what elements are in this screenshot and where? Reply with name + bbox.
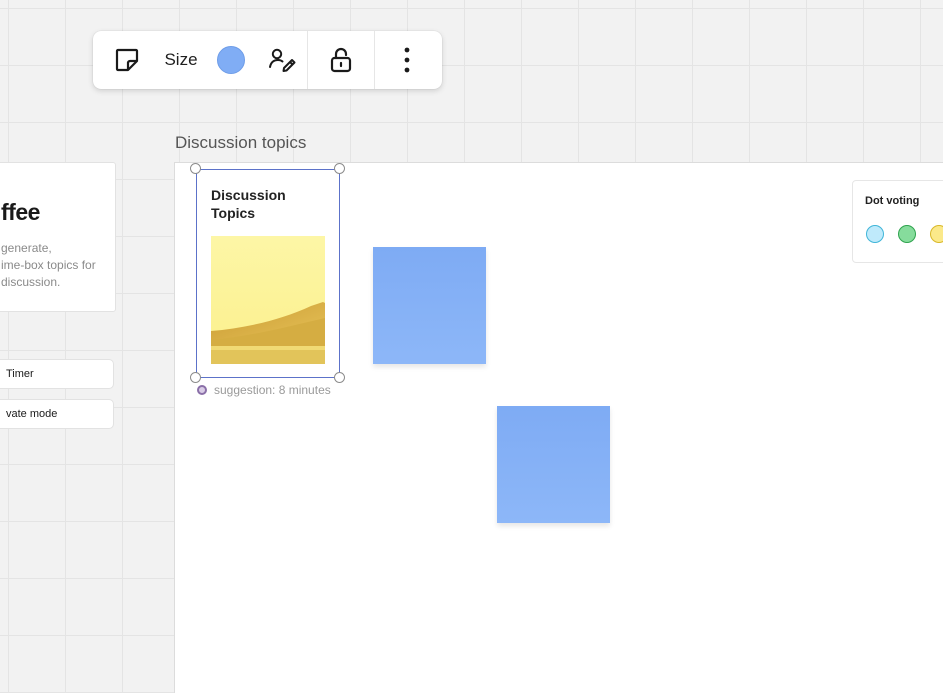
pen-icon	[269, 48, 296, 72]
suggestion-text: suggestion: 8 minutes	[214, 383, 331, 397]
template-title: ffee	[1, 199, 40, 225]
dot-voting-panel[interactable]: Dot voting	[852, 180, 943, 263]
resize-handle-bottom-left[interactable]	[190, 372, 201, 383]
dot-voting-title: Dot voting	[865, 195, 920, 207]
timer-button[interactable]: Timer	[0, 359, 114, 389]
sticky-note[interactable]	[497, 406, 610, 523]
unlock-icon	[330, 47, 352, 73]
sticky-note-icon	[115, 48, 139, 72]
private-mode-button[interactable]: vate mode	[0, 399, 114, 429]
selection-box[interactable]	[196, 169, 340, 378]
frame-title[interactable]: Discussion topics	[175, 133, 306, 153]
color-swatch	[217, 46, 245, 74]
vote-dot-yellow[interactable]	[930, 225, 943, 243]
sticky-note-button[interactable]	[93, 31, 157, 89]
size-label: Size	[164, 50, 198, 69]
resize-handle-top-right[interactable]	[334, 163, 345, 174]
template-info-card[interactable]: ffee generate, ime-box topics for discus…	[0, 162, 116, 312]
sticky-toolbar: Size	[93, 31, 442, 89]
pen-style-button[interactable]	[257, 31, 307, 89]
color-picker-button[interactable]	[205, 31, 257, 89]
vote-dot-blue[interactable]	[866, 225, 884, 243]
private-mode-label: vate mode	[6, 408, 58, 420]
vote-dot-green[interactable]	[898, 225, 916, 243]
size-button[interactable]: Size	[157, 31, 205, 89]
resize-handle-bottom-right[interactable]	[334, 372, 345, 383]
more-options-button[interactable]	[375, 31, 439, 89]
template-description: generate, ime-box topics for discussion.	[1, 241, 96, 289]
more-vertical-icon	[404, 47, 410, 73]
suggestion-indicator	[197, 385, 207, 395]
sticky-note[interactable]	[373, 247, 486, 364]
lock-toggle-button[interactable]	[308, 31, 374, 89]
resize-handle-top-left[interactable]	[190, 163, 201, 174]
timer-label: Timer	[6, 368, 34, 380]
